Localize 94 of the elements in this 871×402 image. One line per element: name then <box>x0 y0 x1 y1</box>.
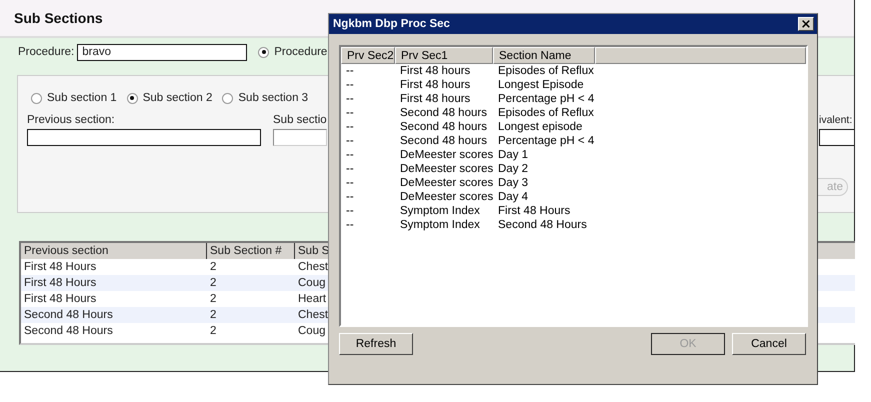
list-cell-text: First 48 hours <box>399 65 472 77</box>
input-field[interactable] <box>27 129 261 146</box>
list-row[interactable]: -- Second 48 hours Episodes of Reflux <box>341 106 806 120</box>
list-cell-text: Second 48 hours <box>399 107 488 119</box>
list-row[interactable]: -- Second 48 hours Percentage pH < 4 <box>341 134 806 148</box>
table-cell-text: Chest <box>297 261 330 273</box>
list-cell-text: -- <box>345 107 355 119</box>
list-cell-text: Day 2 <box>497 163 530 175</box>
list-cell-text: DeMeester scores <box>399 163 493 175</box>
column-header[interactable]: Previous section <box>21 243 207 259</box>
table-cell-text: First 48 Hours <box>23 277 98 289</box>
radio-label: Sub section 1 <box>47 92 117 104</box>
list-cell-text: First 48 Hours <box>497 205 572 217</box>
column-header[interactable]: Section Name <box>493 47 595 64</box>
list-cell-text: -- <box>345 205 355 217</box>
table-cell-text: 2 <box>209 261 218 273</box>
list-cell-text: DeMeester scores <box>399 177 493 189</box>
procedure-field[interactable]: bravo <box>77 44 248 60</box>
list-row[interactable]: -- DeMeester scores Day 3 <box>341 176 806 190</box>
radio-button[interactable] <box>31 92 42 104</box>
list-cell-text: Symptom Index <box>399 205 481 217</box>
radio-button[interactable] <box>222 92 234 104</box>
input-field[interactable] <box>819 129 854 146</box>
table-cell-text: First 48 Hours <box>23 293 98 305</box>
table-cell-text: Second 48 Hours <box>23 309 114 321</box>
table-cell-text: 2 <box>209 293 218 305</box>
list-cell-text: Percentage pH < 4 <box>497 93 595 105</box>
list-cell-text: -- <box>345 163 355 175</box>
radio-label: Procedure <box>274 46 328 58</box>
list-row[interactable]: -- DeMeester scores Day 4 <box>341 190 806 204</box>
table-cell-text: 2 <box>209 277 218 289</box>
list-cell-text: Day 4 <box>497 191 530 203</box>
list-row[interactable]: -- Symptom Index Second 48 Hours <box>341 218 806 232</box>
list-cell-text: -- <box>345 135 355 147</box>
radio-option[interactable]: Procedure <box>258 46 328 58</box>
column-header[interactable]: Prv Sec1 <box>395 47 493 64</box>
list-row[interactable]: -- First 48 hours Episodes of Reflux <box>341 64 806 78</box>
table-cell-text: First 48 Hours <box>23 261 98 273</box>
list-row[interactable]: -- First 48 hours Longest Episode <box>341 78 806 92</box>
list-cell-text: -- <box>345 121 355 133</box>
list-cell-text: Episodes of Reflux <box>497 107 595 119</box>
list-cell-text: First 48 hours <box>399 79 472 91</box>
radio-option[interactable]: Sub section 1 <box>31 92 117 104</box>
field-label: Procedure: <box>18 46 74 58</box>
list-cell-text: Second 48 Hours <box>497 219 588 231</box>
dialog-button[interactable]: Cancel <box>732 333 806 355</box>
dialog-title: Ngkbm Dbp Proc Sec <box>333 18 450 30</box>
dialog-button[interactable]: Refresh <box>339 333 413 355</box>
list-cell-text: Second 48 hours <box>399 121 488 133</box>
radio-option[interactable]: Sub section 3 <box>222 92 308 104</box>
list-row[interactable]: -- DeMeester scores Day 2 <box>341 162 806 176</box>
list-cell-text: Longest episode <box>497 121 584 133</box>
table-cell-text: 2 <box>209 325 218 337</box>
radio-label: Sub section 2 <box>142 92 212 104</box>
field-label: Sub sectio <box>273 114 327 126</box>
field-label: Previous section: <box>27 114 116 126</box>
column-header[interactable]: Sub Section # <box>207 243 295 259</box>
list-row[interactable]: -- Symptom Index First 48 Hours <box>341 204 806 218</box>
list-cell-text: -- <box>345 79 355 91</box>
list-cell-text: First 48 hours <box>399 93 472 105</box>
list-row[interactable]: -- DeMeester scores Day 1 <box>341 148 806 162</box>
input-field[interactable] <box>273 129 327 146</box>
column-header[interactable] <box>595 47 806 64</box>
field-label: ivalent: <box>819 114 854 126</box>
radio-label: Sub section 3 <box>238 92 308 104</box>
table-cell-text: Heart <box>297 293 328 305</box>
table-cell-text: Second 48 Hours <box>23 325 114 337</box>
close-button[interactable]: × <box>798 17 814 31</box>
list-cell-text: Symptom Index <box>399 219 481 231</box>
list-cell-text: Episodes of Reflux <box>497 65 595 77</box>
list-row[interactable]: -- First 48 hours Percentage pH < 4 <box>341 92 806 106</box>
list-cell-text: DeMeester scores <box>399 149 493 161</box>
radio-button[interactable] <box>126 92 138 104</box>
list-cell-text: -- <box>345 219 355 231</box>
radio-button[interactable] <box>258 46 270 58</box>
list-cell-text: Percentage pH < 4 <box>497 135 595 147</box>
table-cell-text: 2 <box>209 309 218 321</box>
table-cell-text: Coug <box>297 277 326 289</box>
list-row[interactable]: -- Second 48 hours Longest episode <box>341 120 806 134</box>
list-cell-text: -- <box>345 149 355 161</box>
list-cell-text: Day 1 <box>497 149 530 161</box>
table-cell-text: Coug <box>297 325 326 337</box>
radio-option[interactable]: Sub section 2 <box>126 92 212 104</box>
list-cell-text: -- <box>345 93 355 105</box>
column-header[interactable]: Prv Sec2 <box>341 47 395 64</box>
page-title: Sub Sections <box>14 10 103 26</box>
list-cell-text: -- <box>345 177 355 189</box>
list-cell-text: Second 48 hours <box>399 135 488 147</box>
list-cell-text: -- <box>345 65 355 77</box>
list-cell-text: DeMeester scores <box>399 191 493 203</box>
list-cell-text: -- <box>345 191 355 203</box>
table-cell-text: Chest <box>297 309 330 321</box>
list-cell-text: Day 3 <box>497 177 530 189</box>
list-cell-text: Longest Episode <box>497 79 585 91</box>
